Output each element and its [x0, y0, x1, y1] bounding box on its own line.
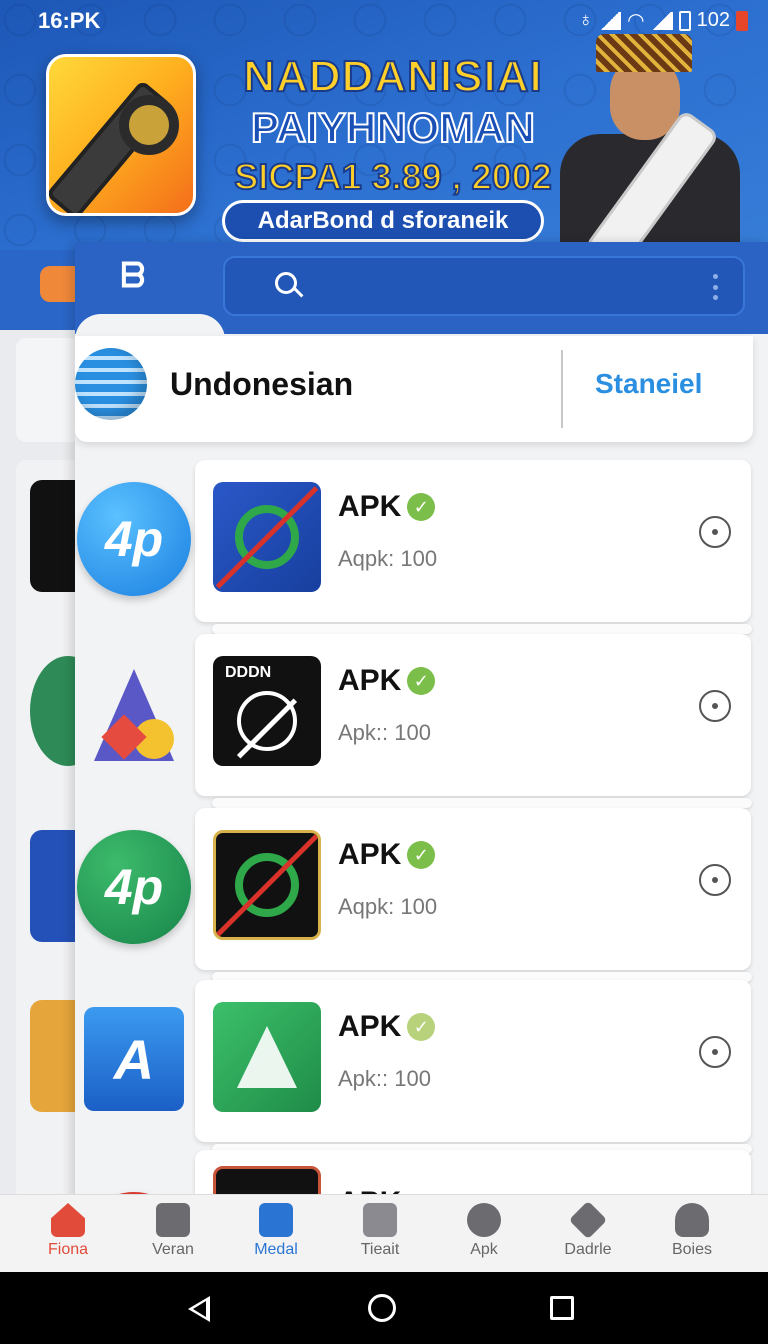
item-title: APK ✓: [338, 838, 436, 872]
item-subtitle: Aqpk: 100: [338, 894, 438, 919]
tile-slash: [216, 833, 318, 937]
card-icon: [156, 1203, 190, 1237]
language-card: Undonesian Staneiel: [75, 336, 753, 442]
recents-icon[interactable]: [550, 1296, 574, 1320]
radio-icon[interactable]: [699, 1036, 731, 1068]
radio-icon[interactable]: [699, 690, 731, 722]
app-badge-icon[interactable]: 4p: [77, 828, 191, 946]
banner-pill-button[interactable]: AdarBond d sforaneik: [222, 200, 544, 242]
globe-icon: [75, 348, 147, 420]
nav-label: Boies: [671, 1241, 713, 1258]
verified-icon: ✓: [407, 1013, 436, 1041]
cannon-wheel-graphic: [119, 95, 179, 155]
nav-home[interactable]: Fiona: [16, 1203, 120, 1267]
item-title: APK ✓: [338, 1010, 436, 1044]
tag-icon: [568, 1200, 608, 1240]
panel-header: ᗷ: [75, 242, 768, 340]
nav-label: Dadrle: [564, 1241, 612, 1258]
radio-icon[interactable]: [699, 516, 731, 548]
cell-signal-icon: [599, 11, 622, 30]
banner-title: NADDANISIAI PAIYHNOMAN SICPA1 3.89 , 200…: [228, 51, 558, 198]
list-item[interactable]: DDDN APK ✓ Apk:: 100: [75, 634, 752, 808]
search-input[interactable]: [223, 256, 745, 316]
more-options-icon[interactable]: [711, 274, 719, 300]
app-tile-icon[interactable]: [213, 830, 321, 940]
person-hat: [596, 34, 692, 72]
app-tile-icon[interactable]: [213, 482, 321, 592]
nav-label: Tieait: [360, 1241, 400, 1258]
nav-label: Apk: [470, 1241, 498, 1258]
cell-signal-2-icon: [650, 11, 673, 30]
tile-circle: [237, 691, 297, 751]
banner-title-line1: NADDANISIAI: [242, 51, 543, 102]
game-app-icon[interactable]: [46, 54, 196, 216]
app-badge-icon[interactable]: [77, 654, 191, 772]
nav-label: Veran: [152, 1241, 194, 1258]
back-icon-inner: [193, 1301, 206, 1317]
nav-medal[interactable]: Medal: [224, 1203, 328, 1267]
home-button-icon[interactable]: [368, 1294, 396, 1322]
banner-title-line2: PAIYHNOMAN: [250, 103, 536, 152]
app-badge-icon[interactable]: A: [77, 1000, 191, 1118]
tile-slash: [215, 485, 319, 589]
nav-label: Medal: [254, 1241, 298, 1258]
search-icon[interactable]: [275, 272, 304, 300]
nav-boies[interactable]: Boies: [640, 1203, 744, 1267]
nav-veran[interactable]: Veran: [121, 1203, 225, 1267]
item-title-text: APK: [338, 490, 402, 523]
app-store-panel: ᗷ Undonesian Staneiel 4p APK ✓ Aqpk: 100…: [75, 242, 768, 1202]
item-title: APK ✓: [338, 490, 436, 524]
store-logo-icon: ᗷ: [120, 256, 146, 295]
home-icon: [51, 1203, 85, 1237]
radio-icon[interactable]: [699, 864, 731, 896]
card-shadow: [212, 624, 752, 634]
list-item[interactable]: 4p APK ✓ Aqpk: 100: [75, 808, 752, 982]
app-badge-icon[interactable]: 4p: [77, 480, 191, 598]
system-nav-bar: [0, 1272, 768, 1344]
verified-icon: ✓: [407, 667, 436, 695]
verified-icon: ✓: [407, 841, 436, 869]
check-badge-icon: [259, 1203, 293, 1237]
nav-label: Fiona: [47, 1241, 89, 1258]
chat-icon: [363, 1203, 397, 1237]
card-shadow: [212, 798, 752, 808]
nav-dadrle[interactable]: Dadrle: [536, 1200, 640, 1267]
tile-label: DDDN: [225, 664, 272, 681]
nav-apk[interactable]: Apk: [432, 1203, 536, 1267]
language-action-button[interactable]: Staneiel: [595, 368, 702, 400]
item-subtitle: Aqpk: 100: [338, 546, 438, 571]
user-icon: [675, 1203, 709, 1237]
item-title: APK ✓: [338, 664, 436, 698]
list-item[interactable]: A APK ✓ Apk:: 100: [75, 980, 752, 1154]
item-title-text: APK: [338, 1010, 402, 1043]
language-name: Undonesian: [170, 366, 354, 402]
item-subtitle: Apk:: 100: [338, 720, 431, 745]
globe-icon: [467, 1203, 501, 1237]
item-subtitle: Apk:: 100: [338, 1066, 431, 1091]
item-title-text: APK: [338, 664, 402, 697]
banner-title-line3: SICPA1 3.89 , 2002: [233, 155, 553, 198]
status-time: 16:PK: [38, 8, 101, 33]
app-tile-icon[interactable]: DDDN: [213, 656, 321, 766]
app-tile-icon[interactable]: [213, 1002, 321, 1112]
list-item[interactable]: 4p APK ✓ Aqpk: 100: [75, 460, 752, 634]
nav-tieait[interactable]: Tieait: [328, 1203, 432, 1267]
item-title-text: APK: [338, 838, 402, 871]
divider: [561, 350, 563, 428]
verified-icon: ✓: [407, 493, 436, 521]
tile-triangle: [237, 1026, 297, 1088]
bottom-nav: Fiona Veran Medal Tieait Apk Dadrle Boie…: [0, 1194, 768, 1272]
a-logo-icon: [86, 661, 182, 765]
banner-person-image: [552, 28, 762, 273]
